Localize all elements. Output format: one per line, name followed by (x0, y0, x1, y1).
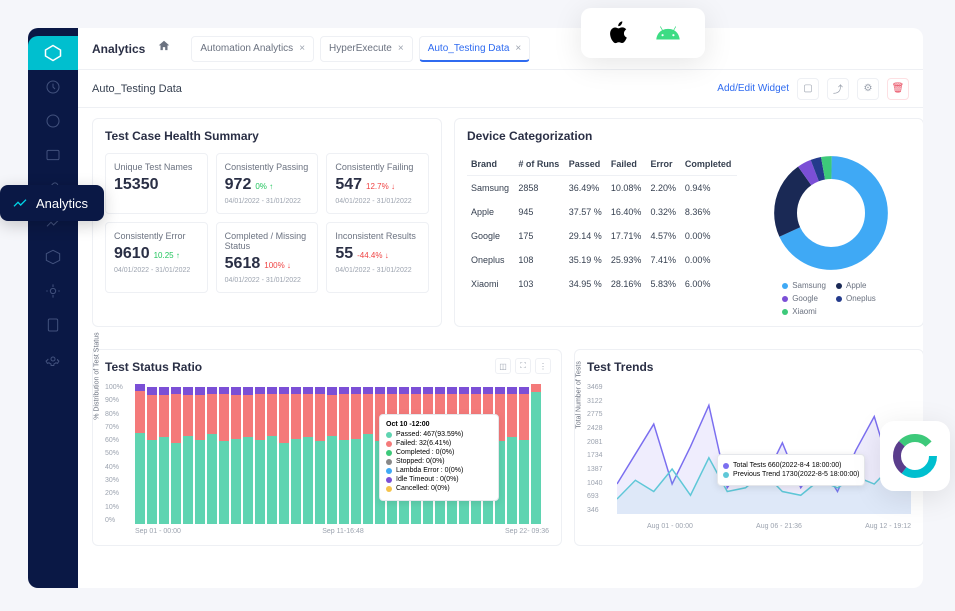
analytics-floating-label: Analytics (0, 185, 104, 221)
close-icon[interactable]: × (398, 43, 404, 54)
bar[interactable] (243, 384, 253, 524)
legend-item: Samsung (782, 281, 826, 290)
bar[interactable] (519, 384, 529, 524)
sidebar-item-doc[interactable] (28, 308, 78, 342)
topbar: Analytics Automation Analytics×HyperExec… (78, 28, 923, 70)
sidebar-item-bug[interactable] (28, 274, 78, 308)
table-row: Samsung285836.49%10.08%2.20%0.94% (467, 176, 737, 201)
bar[interactable] (147, 384, 157, 524)
device-table: Brand# of RunsPassedFailedErrorCompleted… (467, 153, 737, 316)
more-icon[interactable]: ⋮ (535, 358, 551, 374)
health-card: Inconsistent Results 55-44.4% ↓ 04/01/20… (326, 222, 429, 293)
device-categorization-panel: Device Categorization Brand# of RunsPass… (454, 118, 923, 327)
test-status-ratio-panel: Test Status Ratio ◫ ⛶ ⋮ % Distribution o… (92, 349, 562, 546)
partner-logo (880, 421, 950, 491)
health-card: Completed / Missing Status 5618100% ↓ 04… (216, 222, 319, 293)
table-row: Xiaomi10334.95 %28.16%5.83%6.00% (467, 272, 737, 296)
apple-icon (605, 20, 631, 46)
legend-item: Xiaomi (782, 307, 826, 316)
bar[interactable] (303, 384, 313, 524)
badge-text: Analytics (36, 196, 88, 211)
home-icon[interactable] (157, 39, 171, 58)
add-edit-widget-link[interactable]: Add/Edit Widget (717, 83, 789, 94)
bar[interactable] (255, 384, 265, 524)
bar[interactable] (339, 384, 349, 524)
tab[interactable]: Auto_Testing Data× (419, 36, 531, 62)
health-summary-panel: Test Case Health Summary Unique Test Nam… (92, 118, 442, 327)
tab[interactable]: Automation Analytics× (191, 36, 314, 62)
donut-chart: Samsung Apple Google Oneplus Xiaomi (751, 153, 911, 316)
tabs: Automation Analytics×HyperExecute×Auto_T… (191, 36, 530, 62)
bar[interactable] (327, 384, 337, 524)
y-axis-label: % Distribution of Test Status (94, 332, 101, 419)
bar[interactable] (159, 384, 169, 524)
bar[interactable] (171, 384, 181, 524)
sidebar (28, 28, 78, 588)
health-card: Consistently Passing 9720% ↑ 04/01/2022 … (216, 153, 319, 214)
layout-icon[interactable]: ▢ (797, 78, 819, 100)
legend-item: Oneplus (836, 294, 880, 303)
health-card: Consistently Failing 54712.7% ↓ 04/01/20… (326, 153, 429, 214)
platform-logos (581, 8, 705, 58)
bar[interactable] (363, 384, 373, 524)
expand-icon[interactable]: ⛶ (515, 358, 531, 374)
subheader: Auto_Testing Data Add/Edit Widget ▢ ⤴ ⚙ … (78, 70, 923, 108)
sidebar-item-browser[interactable] (28, 138, 78, 172)
share-icon[interactable]: ⤴ (827, 78, 849, 100)
sidebar-item-dashboard[interactable] (28, 70, 78, 104)
chart-type-icon[interactable]: ◫ (495, 358, 511, 374)
legend-item: Apple (836, 281, 880, 290)
android-icon (655, 20, 681, 46)
legend-item: Google (782, 294, 826, 303)
health-title: Test Case Health Summary (105, 129, 429, 143)
subheader-title: Auto_Testing Data (92, 83, 182, 95)
bar[interactable] (351, 384, 361, 524)
table-row: Oneplus10835.19 %25.93%7.41%0.00% (467, 248, 737, 272)
bar[interactable] (207, 384, 217, 524)
table-row: Apple94537.57 %16.40%0.32%8.36% (467, 200, 737, 224)
status-ratio-title: Test Status Ratio (105, 360, 549, 374)
device-title: Device Categorization (467, 129, 911, 143)
table-row: Google17529.14 %17.71%4.57%0.00% (467, 224, 737, 248)
bar[interactable] (267, 384, 277, 524)
trends-title: Test Trends (587, 360, 911, 374)
bar[interactable] (291, 384, 301, 524)
bar[interactable] (507, 384, 517, 524)
sidebar-item-time[interactable] (28, 104, 78, 138)
settings-icon[interactable]: ⚙ (857, 78, 879, 100)
bar[interactable] (219, 384, 229, 524)
trends-y-label: Total Number of Tests (576, 361, 583, 429)
close-icon[interactable]: × (299, 43, 305, 54)
test-trends-panel: Test Trends 3469312227752428208117341387… (574, 349, 923, 546)
health-card: Unique Test Names 15350 (105, 153, 208, 214)
bar[interactable] (279, 384, 289, 524)
main-content: Analytics Automation Analytics×HyperExec… (78, 28, 923, 588)
bar[interactable] (135, 384, 145, 524)
chart-tooltip: Oct 10 -12:00 Passed: 467(93.59%)Failed:… (379, 414, 499, 501)
sidebar-item-settings[interactable] (28, 342, 78, 376)
bar[interactable] (531, 384, 541, 524)
line-tooltip: Total Tests 660(2022-8-4 18:00:00) Previ… (717, 454, 865, 486)
bar[interactable] (231, 384, 241, 524)
delete-icon[interactable]: 🗑 (887, 78, 909, 100)
sidebar-item-box[interactable] (28, 240, 78, 274)
health-card: Consistently Error 961010.25 ↑ 04/01/202… (105, 222, 208, 293)
close-icon[interactable]: × (515, 43, 521, 54)
tab[interactable]: HyperExecute× (320, 36, 413, 62)
bar[interactable] (183, 384, 193, 524)
subheader-actions: Add/Edit Widget ▢ ⤴ ⚙ 🗑 (717, 78, 909, 100)
bar[interactable] (195, 384, 205, 524)
bar[interactable] (315, 384, 325, 524)
page-title: Analytics (92, 42, 145, 56)
app-logo[interactable] (28, 36, 78, 70)
